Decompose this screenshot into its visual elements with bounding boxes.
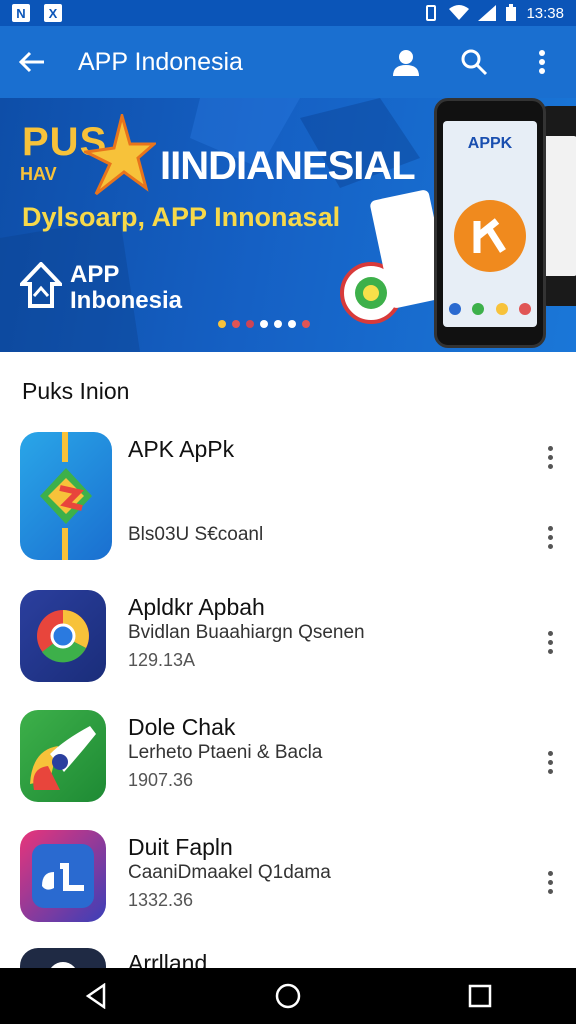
app-indonesia-logo-icon [20, 262, 62, 308]
notification-icon: N [12, 4, 30, 22]
search-icon [461, 49, 488, 76]
carousel-dot[interactable] [288, 320, 296, 328]
banner-line2: HAV [20, 164, 57, 184]
app-size: 1332.36 [128, 890, 194, 910]
nav-back-button[interactable] [66, 968, 126, 1024]
account-button[interactable] [372, 26, 440, 98]
section-title: Puks Inion [22, 378, 130, 404]
carousel-dot[interactable] [260, 320, 268, 328]
carousel-dot[interactable] [302, 320, 310, 328]
item-more-button[interactable] [536, 628, 564, 656]
nav-recents-icon [468, 984, 492, 1008]
star-logo-icon [84, 114, 156, 196]
more-button[interactable] [508, 26, 576, 98]
orange-app-icon [454, 200, 526, 272]
account-icon [393, 50, 419, 76]
phone-mockup-label: APPK [467, 135, 513, 152]
arrow-back-icon [18, 51, 44, 73]
app-name: Dole Chak [128, 714, 236, 740]
status-time: 13:38 [526, 4, 564, 22]
app-developer: Bvidlan Buaahiargn Qsenen [128, 622, 365, 643]
apldkr-app-icon [20, 590, 106, 682]
app-bar: APP Indonesia [0, 26, 576, 98]
banner-headline: IINDIANESIAL [160, 144, 416, 188]
app-size: 129.13A [128, 650, 196, 670]
signal-icon [478, 5, 497, 21]
carousel-indicator[interactable] [218, 320, 310, 328]
app-name: Apldkr Apbah [128, 594, 265, 620]
apldkr-app-icon-art [37, 610, 89, 663]
battery-icon [506, 4, 517, 21]
nav-home-icon [275, 983, 301, 1009]
banner-logo-text: APP Inbonesia [70, 262, 182, 314]
app-developer: CaaniDmaakel Q1dama [128, 862, 331, 883]
vibrate-icon [426, 5, 437, 21]
duit-fapln-app-icon-art [32, 844, 94, 908]
list-item[interactable]: Duit Fapln CaaniDmaakel Q1dama 1332.36 [0, 828, 576, 932]
item-more-button[interactable] [536, 443, 564, 471]
banner-subtitle: Dylsoarp, APP Innonasal [22, 202, 341, 232]
nav-recents-button[interactable] [450, 968, 510, 1024]
list-item[interactable]: Dole Chak Lerheto Ptaeni & Bacla 1907.36 [0, 708, 576, 812]
status-bar: N X 13:38 [0, 0, 576, 26]
item-more-button[interactable] [536, 868, 564, 896]
carousel-dot[interactable] [218, 320, 226, 328]
system-nav-bar [0, 968, 576, 1024]
app-bar-title: APP Indonesia [78, 47, 243, 76]
app-size: 1907.36 [128, 770, 194, 790]
nav-back-icon [85, 983, 106, 1009]
item-more-button[interactable] [536, 748, 564, 776]
app-name: APK ApPk [128, 436, 235, 462]
phone-mockup: APPK [434, 98, 546, 348]
apk-app-icon [20, 432, 112, 560]
back-button[interactable] [0, 26, 64, 98]
list-item[interactable]: APK ApPk Bls03U S€coanl [0, 420, 576, 570]
arrlland-app-icon [20, 948, 106, 968]
app-icon: X [44, 4, 62, 22]
carousel-dot[interactable] [274, 320, 282, 328]
item-more-button[interactable] [536, 523, 564, 551]
banner-logo-line2: Inbonesia [70, 287, 183, 314]
banner-logo-line1: APP [70, 261, 120, 288]
dole-chak-app-icon [20, 710, 106, 802]
app-name: Duit Fapln [128, 834, 233, 860]
promo-banner[interactable]: PUS HAV IINDIANESIAL Dylsoarp, APP Innon… [0, 98, 576, 352]
nav-home-button[interactable] [258, 968, 318, 1024]
duit-fapln-app-icon [20, 830, 106, 922]
carousel-dot[interactable] [246, 320, 254, 328]
search-button[interactable] [440, 26, 508, 98]
apk-app-icon-art [40, 432, 92, 560]
app-developer: Lerheto Ptaeni & Bacla [128, 742, 323, 763]
app-developer: Bls03U S€coanl [128, 524, 264, 545]
more-vert-icon [539, 50, 545, 74]
dole-chak-app-icon-art [30, 726, 96, 790]
app-name: Arrlland [128, 950, 208, 968]
list-item[interactable]: Arrlland [0, 946, 576, 968]
carousel-dot[interactable] [232, 320, 240, 328]
list-item[interactable]: Apldkr Apbah Bvidlan Buaahiargn Qsenen 1… [0, 588, 576, 692]
wifi-icon [449, 5, 470, 20]
